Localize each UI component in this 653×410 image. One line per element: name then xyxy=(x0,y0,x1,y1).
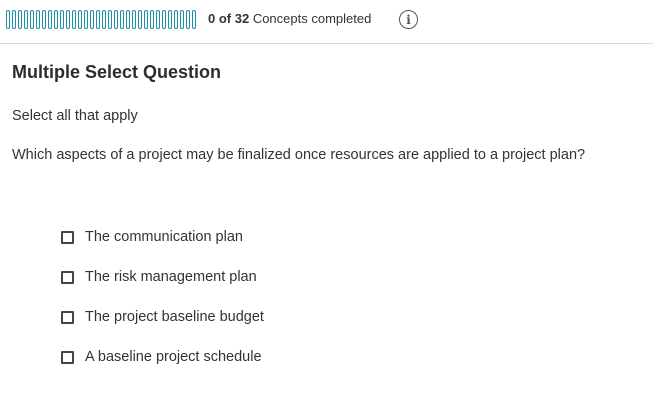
progress-segment xyxy=(6,10,10,29)
option-label: The communication plan xyxy=(85,229,243,245)
progress-segment xyxy=(24,10,28,29)
option-checkbox[interactable] xyxy=(61,310,74,324)
option-checkbox[interactable] xyxy=(61,350,74,364)
progress-segment xyxy=(120,10,124,29)
progress-segment xyxy=(180,10,184,29)
progress-header: 0 of 32 Concepts completed i xyxy=(0,0,653,44)
question-type-title: Multiple Select Question xyxy=(12,62,222,82)
option-checkbox[interactable] xyxy=(61,230,74,244)
progress-segment xyxy=(72,10,76,29)
progress-segment xyxy=(96,10,100,29)
progress-segment xyxy=(162,10,166,29)
progress-segment xyxy=(60,10,64,29)
answer-option[interactable]: The project baseline budget xyxy=(61,307,264,327)
progress-segment xyxy=(48,10,52,29)
progress-segment xyxy=(30,10,34,29)
progress-segment xyxy=(192,10,196,29)
progress-count: 0 of 32 xyxy=(208,11,250,26)
progress-segment xyxy=(114,10,118,29)
progress-label: Concepts completed xyxy=(252,11,372,26)
concept-progress-bar xyxy=(6,10,196,29)
answer-option[interactable]: A baseline project schedule xyxy=(61,347,264,367)
progress-segment xyxy=(126,10,130,29)
question-prompt: Which aspects of a project may be finali… xyxy=(12,147,586,163)
progress-segment xyxy=(150,10,154,29)
question-instruction: Select all that apply xyxy=(12,108,138,124)
progress-segment xyxy=(90,10,94,29)
option-checkbox[interactable] xyxy=(61,270,74,284)
progress-segment xyxy=(18,10,22,29)
progress-segment xyxy=(78,10,82,29)
progress-segment xyxy=(156,10,160,29)
progress-segment xyxy=(12,10,16,29)
progress-segment xyxy=(144,10,148,29)
progress-status: 0 of 32 Concepts completed xyxy=(208,11,371,27)
progress-segment xyxy=(102,10,106,29)
option-label: The risk management plan xyxy=(85,269,257,285)
progress-segment xyxy=(132,10,136,29)
info-icon[interactable]: i xyxy=(399,10,418,29)
progress-segment xyxy=(66,10,70,29)
progress-segment xyxy=(84,10,88,29)
progress-segment xyxy=(108,10,112,29)
progress-segment xyxy=(168,10,172,29)
progress-segment xyxy=(54,10,58,29)
answer-options: The communication plan The risk manageme… xyxy=(61,227,264,387)
progress-segment xyxy=(138,10,142,29)
progress-segment xyxy=(186,10,190,29)
progress-segment xyxy=(174,10,178,29)
option-label: The project baseline budget xyxy=(85,309,264,325)
answer-option[interactable]: The communication plan xyxy=(61,227,264,247)
option-label: A baseline project schedule xyxy=(85,349,262,365)
info-glyph: i xyxy=(406,12,411,27)
progress-segment xyxy=(42,10,46,29)
progress-segment xyxy=(36,10,40,29)
answer-option[interactable]: The risk management plan xyxy=(61,267,264,287)
